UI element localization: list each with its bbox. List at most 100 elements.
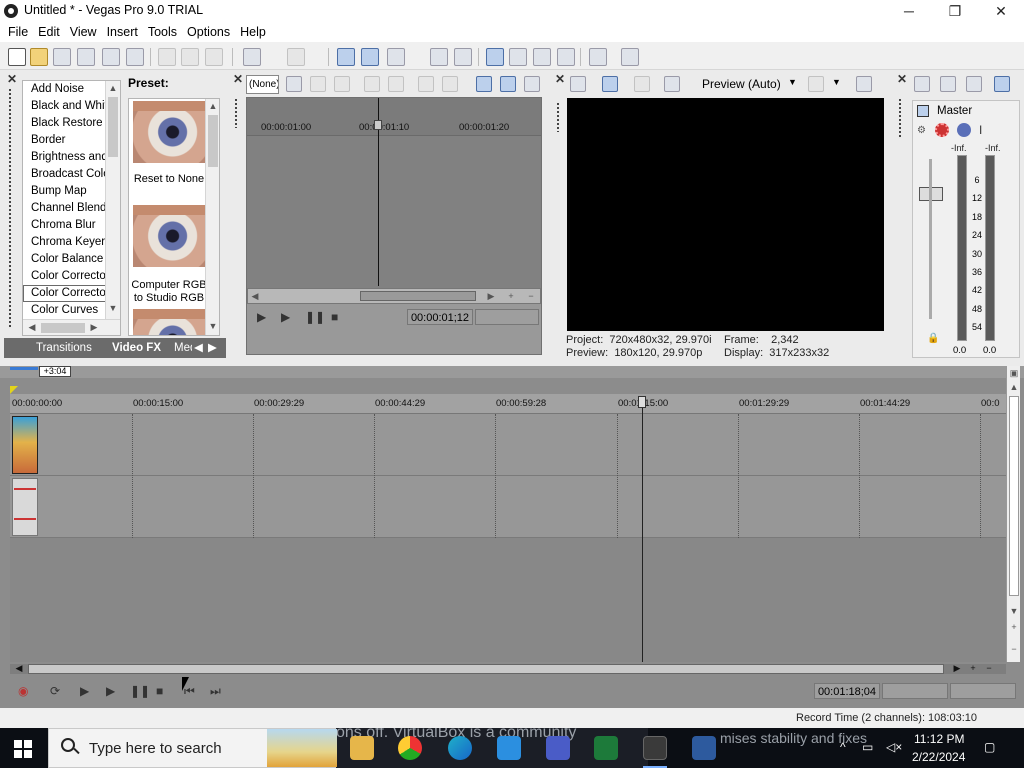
save-to-project-media-icon[interactable] (286, 76, 302, 92)
preset-thumbnail[interactable] (133, 205, 205, 267)
scroll-down-icon[interactable]: ▼ (206, 321, 219, 331)
mute-icon[interactable] (957, 123, 971, 137)
go-to-end-icon[interactable]: ⏭ (210, 684, 221, 699)
zoom-in-icon[interactable]: + (504, 291, 518, 301)
add-to-timeline-icon[interactable] (364, 76, 380, 92)
record-icon[interactable]: ◉ (18, 684, 28, 698)
split-screen-view-icon[interactable] (634, 76, 650, 92)
preview-quality-icon[interactable] (664, 76, 680, 92)
fill-left-icon[interactable] (418, 76, 434, 92)
scroll-up-icon[interactable]: ▲ (1007, 382, 1021, 392)
timeline-vertical-scrollbar[interactable]: ▣ ▲ ▼ + − (1006, 366, 1020, 662)
markers-icon[interactable]: ▣ (1007, 368, 1021, 379)
close-icon[interactable]: ✕ (233, 72, 243, 86)
scrollbar-thumb[interactable] (360, 291, 476, 301)
fx-list-horizontal-scrollbar[interactable]: ◀ ▶ (23, 319, 120, 335)
loop-playback-icon[interactable]: ▶ (257, 310, 266, 324)
maximize-button[interactable]: ❐ (932, 0, 978, 22)
whats-this-help-icon[interactable] (621, 48, 639, 66)
play-icon[interactable]: ▶ (106, 684, 115, 698)
solitaire-icon[interactable] (594, 736, 618, 760)
audio-event[interactable] (12, 478, 38, 536)
volume-muted-icon[interactable]: ◁× (886, 740, 902, 754)
trimmer-cursor-handle[interactable] (374, 120, 382, 130)
windows-start-icon[interactable] (14, 740, 32, 758)
select-audio-stream-icon[interactable] (500, 76, 516, 92)
scroll-left-icon[interactable]: ◀ (12, 663, 26, 674)
virtualbox-icon[interactable] (692, 736, 716, 760)
add-bus-icon[interactable] (994, 76, 1010, 92)
vegas-pro-taskbar-icon[interactable] (643, 736, 667, 760)
close-icon[interactable]: ✕ (555, 72, 565, 86)
minimize-button[interactable]: ─ (886, 0, 932, 22)
fill-right-icon[interactable] (442, 76, 458, 92)
preset-vertical-scrollbar[interactable]: ▲ ▼ (205, 99, 219, 335)
preset-name[interactable]: Computer RGB to Studio RGB (129, 279, 209, 305)
clear-media-icon[interactable] (334, 76, 350, 92)
scroll-up-icon[interactable]: ▲ (106, 83, 120, 93)
edge-icon[interactable] (448, 736, 472, 760)
tray-clock-date[interactable]: 2/22/2024 (912, 750, 965, 764)
auto-ripple-icon[interactable] (387, 48, 405, 66)
scroll-left-icon[interactable]: ◀ (248, 291, 262, 302)
tray-clock-time[interactable]: 11:12 PM (914, 732, 964, 746)
scroll-up-icon[interactable]: ▲ (206, 101, 219, 111)
scroll-right-icon[interactable]: ▶ (950, 663, 964, 674)
properties-brush-icon[interactable] (589, 48, 607, 66)
stop-icon[interactable]: ■ (156, 684, 163, 698)
properties-icon[interactable] (126, 48, 144, 66)
zoom-edit-tool-icon[interactable] (557, 48, 575, 66)
overlays-icon[interactable] (808, 76, 824, 92)
project-start-marker[interactable] (10, 386, 18, 394)
scrollbar-thumb[interactable] (41, 323, 85, 333)
video-event-thumbnail[interactable] (12, 416, 38, 474)
downmix-icon[interactable] (940, 76, 956, 92)
solo-icon[interactable]: I (979, 123, 982, 137)
chevron-up-icon[interactable]: ^ (840, 740, 846, 754)
remove-all-media-icon[interactable] (310, 76, 326, 92)
pause-icon[interactable]: ❚❚ (130, 684, 150, 698)
copy-snapshot-icon[interactable] (856, 76, 872, 92)
render-as-icon[interactable] (102, 48, 120, 66)
preview-quality-dropdown[interactable]: Preview (Auto) (702, 77, 781, 91)
tab-transitions[interactable]: Transitions (30, 340, 98, 356)
network-icon[interactable]: ▭ (862, 740, 873, 754)
scroll-right-icon[interactable]: ▶ (87, 322, 101, 333)
undo-icon[interactable] (243, 48, 261, 66)
enable-snapping-icon[interactable] (337, 48, 355, 66)
new-icon[interactable] (8, 48, 26, 66)
menu-help[interactable]: Help (235, 22, 271, 42)
auto-crossfade-icon[interactable] (361, 48, 379, 66)
mixer-properties-icon[interactable] (914, 76, 930, 92)
scroll-right-icon[interactable]: ▶ (484, 291, 498, 302)
loop-region-bar[interactable] (10, 367, 38, 370)
video-preview-screen[interactable] (567, 98, 884, 331)
preset-name[interactable]: Reset to None (129, 173, 209, 186)
chevron-down-icon[interactable]: ▼ (832, 77, 841, 87)
scroll-left-icon[interactable]: ◀ (25, 322, 39, 333)
zoom-out-icon[interactable]: − (524, 291, 538, 301)
selection-edit-tool-icon[interactable] (533, 48, 551, 66)
close-icon[interactable]: ✕ (7, 72, 17, 86)
zoom-in-icon[interactable]: + (1007, 622, 1021, 632)
preset-thumbnail[interactable] (133, 101, 205, 163)
notifications-icon[interactable]: ▢ (984, 740, 995, 754)
scrollbar-thumb[interactable] (108, 97, 118, 157)
zoom-out-icon[interactable]: − (1007, 644, 1021, 654)
stop-icon[interactable]: ■ (331, 310, 338, 324)
tab-scroll-right-icon[interactable]: ▶ (206, 340, 219, 356)
save-icon[interactable] (53, 48, 71, 66)
master-fx-icon[interactable] (935, 123, 949, 137)
redo-icon[interactable] (287, 48, 305, 66)
menu-insert[interactable]: Insert (102, 22, 143, 42)
add-to-timeline-before-icon[interactable] (388, 76, 404, 92)
save-as-icon[interactable] (77, 48, 95, 66)
menu-options[interactable]: Options (182, 22, 235, 42)
loop-playback-icon[interactable]: ⟳ (50, 684, 60, 698)
play-icon[interactable]: ▶ (281, 310, 290, 324)
close-icon[interactable]: ✕ (897, 72, 907, 86)
panel-grip[interactable] (234, 98, 238, 128)
menu-view[interactable]: View (65, 22, 102, 42)
tab-media-generators[interactable]: Media Generators (174, 340, 192, 356)
select-video-stream-icon[interactable] (476, 76, 492, 92)
